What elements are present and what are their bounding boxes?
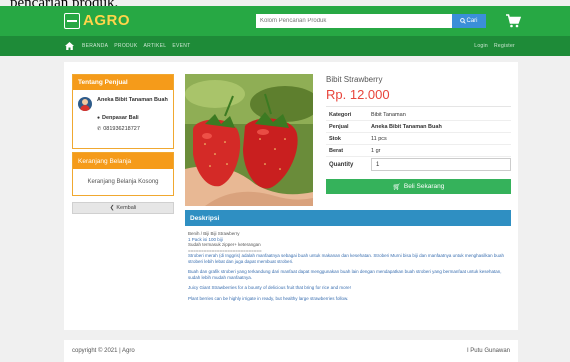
detail-key: Penjual — [326, 120, 368, 133]
seller-name: Aneka Bibit Tanaman Buah — [97, 97, 168, 103]
seller-phone: ✆ 081936218727 — [97, 126, 140, 132]
divider — [326, 106, 511, 107]
table-row: Berat 1 gr — [326, 144, 511, 157]
nav-links: BERANDA PRODUK ARTIKEL EVENT — [82, 43, 191, 49]
product-details-table: Kategori Bibit Tanaman Penjual Aneka Bib… — [326, 109, 511, 157]
description-paragraph: Stroberi merah (di Inggris) adalah manfa… — [188, 253, 504, 264]
search-bar: Cari — [256, 14, 486, 28]
home-icon[interactable] — [65, 42, 74, 50]
detail-key: Berat — [326, 144, 368, 157]
quantity-input[interactable]: 1 — [371, 158, 511, 171]
detail-key: Kategori — [326, 109, 368, 121]
seller-avatar — [78, 97, 92, 111]
site-logo[interactable]: AGRO — [64, 12, 130, 29]
register-link[interactable]: Register — [494, 43, 515, 49]
nav-link-artikel[interactable]: ARTIKEL — [143, 43, 166, 49]
back-button[interactable]: ❮ Kembali — [72, 202, 174, 214]
detail-value: Bibit Tanaman — [368, 109, 511, 121]
login-link[interactable]: Login — [474, 43, 488, 49]
logo-icon — [64, 12, 80, 29]
cart-empty-text: Keranjang Belanja Kosong — [87, 179, 159, 185]
logo-text: AGRO — [83, 12, 130, 29]
search-button[interactable]: Cari — [452, 14, 486, 28]
quantity-row: Quantity 1 — [326, 156, 511, 173]
description-heading: Deskripsi — [185, 210, 511, 226]
cart-panel: Keranjang Belanja Keranjang Belanja Koso… — [72, 152, 174, 196]
strawberry-image — [185, 74, 313, 206]
back-button-label: Kembali — [116, 205, 137, 211]
seller-panel: Tentang Penjual Aneka Bibit Tanaman Buah… — [72, 74, 174, 149]
site-footer: copyright © 2021 | Agro I Putu Gunawan — [64, 340, 518, 362]
detail-value: 1 gr — [368, 144, 511, 157]
table-row: Stok 11 pcs — [326, 132, 511, 145]
site-header: AGRO Cari — [0, 6, 570, 36]
cart-panel-heading: Keranjang Belanja — [73, 153, 173, 169]
buy-now-button[interactable]: 🛒︎ Beli Sekarang — [326, 179, 511, 194]
product-image — [185, 74, 313, 206]
nav-link-event[interactable]: EVENT — [172, 43, 190, 49]
footer-copyright: copyright © 2021 | Agro — [72, 348, 135, 354]
chevron-left-icon: ❮ — [109, 205, 115, 211]
seller-location-text: Denpasar Bali — [102, 115, 139, 121]
auth-links: Login Register — [474, 43, 515, 49]
nav-link-produk[interactable]: PRODUK — [114, 43, 137, 49]
seller-panel-heading: Tentang Penjual — [73, 75, 173, 90]
search-button-label: Cari — [466, 18, 478, 24]
description-body: Benih / Biji Biji Strawberry 1 Pack isi … — [188, 231, 510, 301]
table-row: Kategori Bibit Tanaman — [326, 109, 511, 121]
description-paragraph: Buah dan grafik stroberi yang terkandung… — [188, 269, 502, 280]
main-nav: BERANDA PRODUK ARTIKEL EVENT Login Regis… — [0, 36, 570, 56]
seller-location: ● Denpasar Bali — [97, 115, 139, 121]
shopping-cart-icon[interactable] — [505, 14, 521, 28]
detail-key: Stok — [326, 132, 368, 145]
detail-value: 11 pcs — [368, 132, 511, 145]
product-name: Bibit Strawberry — [326, 75, 383, 84]
seller-phone-text: 081936218727 — [103, 126, 140, 132]
table-row: Penjual Aneka Bibit Tanaman Buah — [326, 120, 511, 133]
map-marker-icon: ● — [97, 115, 101, 121]
search-input[interactable] — [256, 14, 452, 28]
description-paragraph: Plant berries can be highly irrigate in … — [188, 295, 349, 301]
phone-icon: ✆ — [97, 126, 102, 132]
nav-link-beranda[interactable]: BERANDA — [82, 43, 108, 49]
main-content: Tentang Penjual Aneka Bibit Tanaman Buah… — [64, 62, 518, 330]
buy-now-label: Beli Sekarang — [403, 183, 445, 190]
detail-value: Aneka Bibit Tanaman Buah — [368, 120, 511, 133]
product-price: Rp. 12.000 — [326, 87, 390, 102]
cart-icon: 🛒︎ — [392, 183, 401, 191]
footer-author: I Putu Gunawan — [466, 348, 510, 354]
quantity-label: Quantity — [329, 161, 354, 168]
description-paragraph: Juicy Giant Strawberries for a bounty of… — [188, 285, 351, 290]
